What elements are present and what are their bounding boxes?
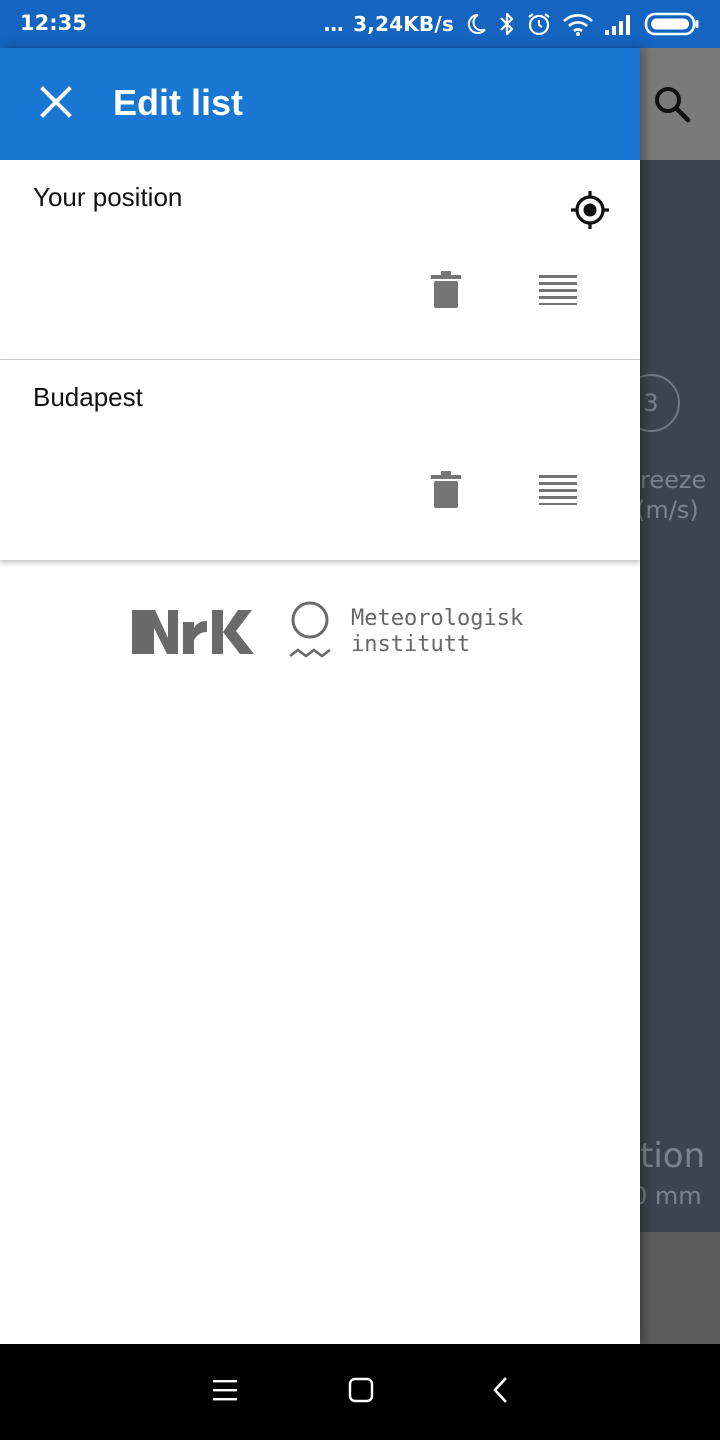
delete-button[interactable] [422, 268, 470, 316]
navigation-bar [0, 1344, 720, 1440]
drag-handle-icon [539, 475, 577, 509]
search-icon[interactable] [652, 84, 692, 128]
battery-icon [644, 11, 700, 37]
delete-icon [431, 471, 461, 513]
precip-value: 0 mm [632, 1182, 702, 1210]
status-bar: 12:35 ... 3,24KB/s [0, 0, 720, 48]
gps-target-icon [570, 190, 610, 234]
background-content [640, 160, 720, 1232]
back-icon [491, 1376, 509, 1408]
home-icon [348, 1377, 374, 1407]
more-notifications-dots: ... [323, 12, 344, 36]
list-item: Budapest [0, 360, 640, 560]
list-item: Your position [0, 160, 640, 360]
met-line-2: institutt [351, 632, 471, 657]
partner-logos: Meteorologisk institutt [132, 600, 532, 670]
menu-button[interactable] [201, 1368, 249, 1416]
back-button[interactable] [476, 1368, 524, 1416]
status-icons: ... 3,24KB/s [323, 9, 700, 39]
alarm-icon [526, 11, 552, 37]
wind-label: reeze [640, 466, 707, 494]
menu-icon [213, 1379, 237, 1405]
wind-unit: (m/s) [636, 496, 699, 524]
location-name: Your position [33, 182, 183, 212]
close-button[interactable] [28, 76, 84, 132]
background-footer [640, 1232, 720, 1344]
drawer-toolbar: Edit list [0, 48, 640, 160]
drag-handle[interactable] [534, 268, 582, 316]
drag-handle-icon [539, 275, 577, 309]
bluetooth-icon [498, 11, 516, 37]
nrk-logo [132, 608, 260, 660]
wifi-icon [562, 11, 594, 37]
home-button[interactable] [337, 1368, 385, 1416]
met-institute-name: Meteorologisk institutt [351, 606, 523, 658]
delete-button[interactable] [422, 468, 470, 516]
locate-button[interactable] [566, 188, 614, 236]
close-icon [40, 86, 72, 122]
delete-icon [431, 271, 461, 313]
status-time: 12:35 [20, 11, 87, 35]
moon-icon [464, 12, 488, 36]
edit-list-drawer: Edit list Your position Budapest Meteoro… [0, 48, 640, 1344]
met-institute-logo [288, 600, 332, 670]
signal-icon [604, 12, 634, 36]
met-line-1: Meteorologisk [351, 606, 524, 631]
location-name: Budapest [33, 382, 143, 412]
drag-handle[interactable] [534, 468, 582, 516]
net-speed: 3,24KB/s [353, 12, 454, 36]
drawer-title: Edit list [113, 82, 244, 123]
precip-label: tion [640, 1136, 706, 1176]
